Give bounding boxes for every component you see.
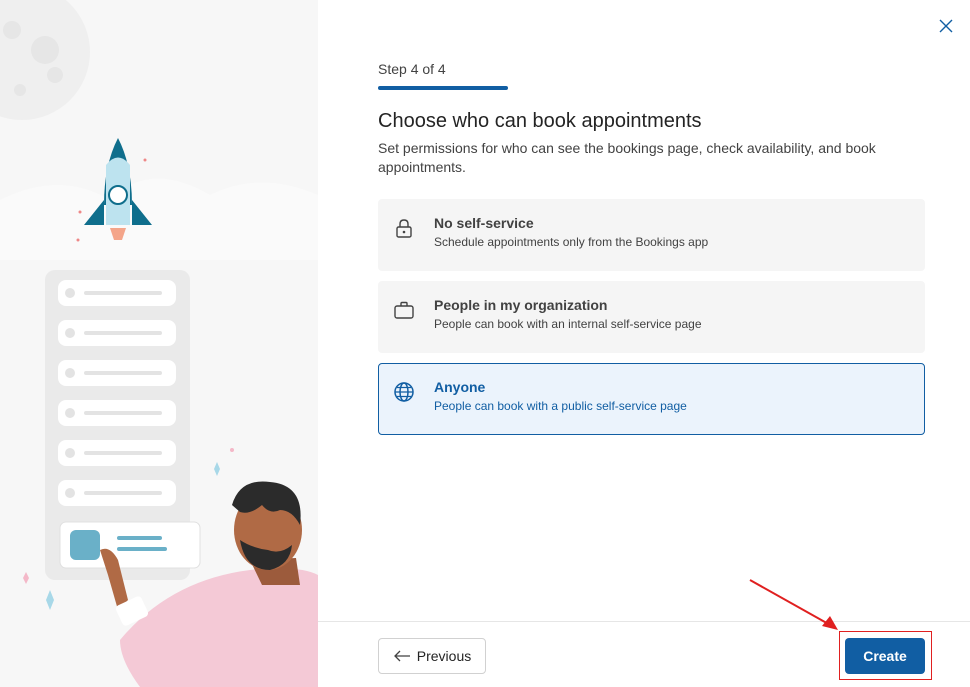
wizard-panel: Step 4 of 4 Choose who can book appointm… <box>318 0 970 687</box>
page-title: Choose who can book appointments <box>378 110 702 132</box>
option-title: People in my organization <box>434 297 608 313</box>
option-no-self-service[interactable]: No self-service Schedule appointments on… <box>378 199 925 271</box>
option-title: Anyone <box>434 379 486 395</box>
option-description: Schedule appointments only from the Book… <box>434 235 709 249</box>
previous-button-label: Previous <box>416 648 472 664</box>
option-title: No self-service <box>434 215 534 231</box>
option-people-in-my-organization[interactable]: People in my organization People can boo… <box>378 281 925 353</box>
close-icon <box>939 19 953 33</box>
option-anyone[interactable]: Anyone People can book with a public sel… <box>378 363 925 435</box>
arrow-left-icon <box>393 650 410 662</box>
option-description: People can book with an internal self-se… <box>434 317 702 331</box>
option-description: People can book with a public self-servi… <box>434 399 687 413</box>
create-button[interactable]: Create <box>845 638 925 674</box>
page-subtitle: Set permissions for who can see the book… <box>378 140 876 175</box>
step-progress-bar <box>378 86 508 90</box>
step-indicator: Step 4 of 4 <box>378 61 446 77</box>
booking-illustration <box>0 0 318 687</box>
briefcase-icon <box>394 301 414 319</box>
footer-divider <box>318 621 970 622</box>
close-button[interactable] <box>934 14 958 38</box>
illustration-panel <box>0 0 318 687</box>
globe-icon <box>394 382 414 402</box>
lock-icon <box>396 219 412 238</box>
annotation-arrow-icon <box>749 579 838 630</box>
previous-button[interactable]: Previous <box>378 638 486 674</box>
